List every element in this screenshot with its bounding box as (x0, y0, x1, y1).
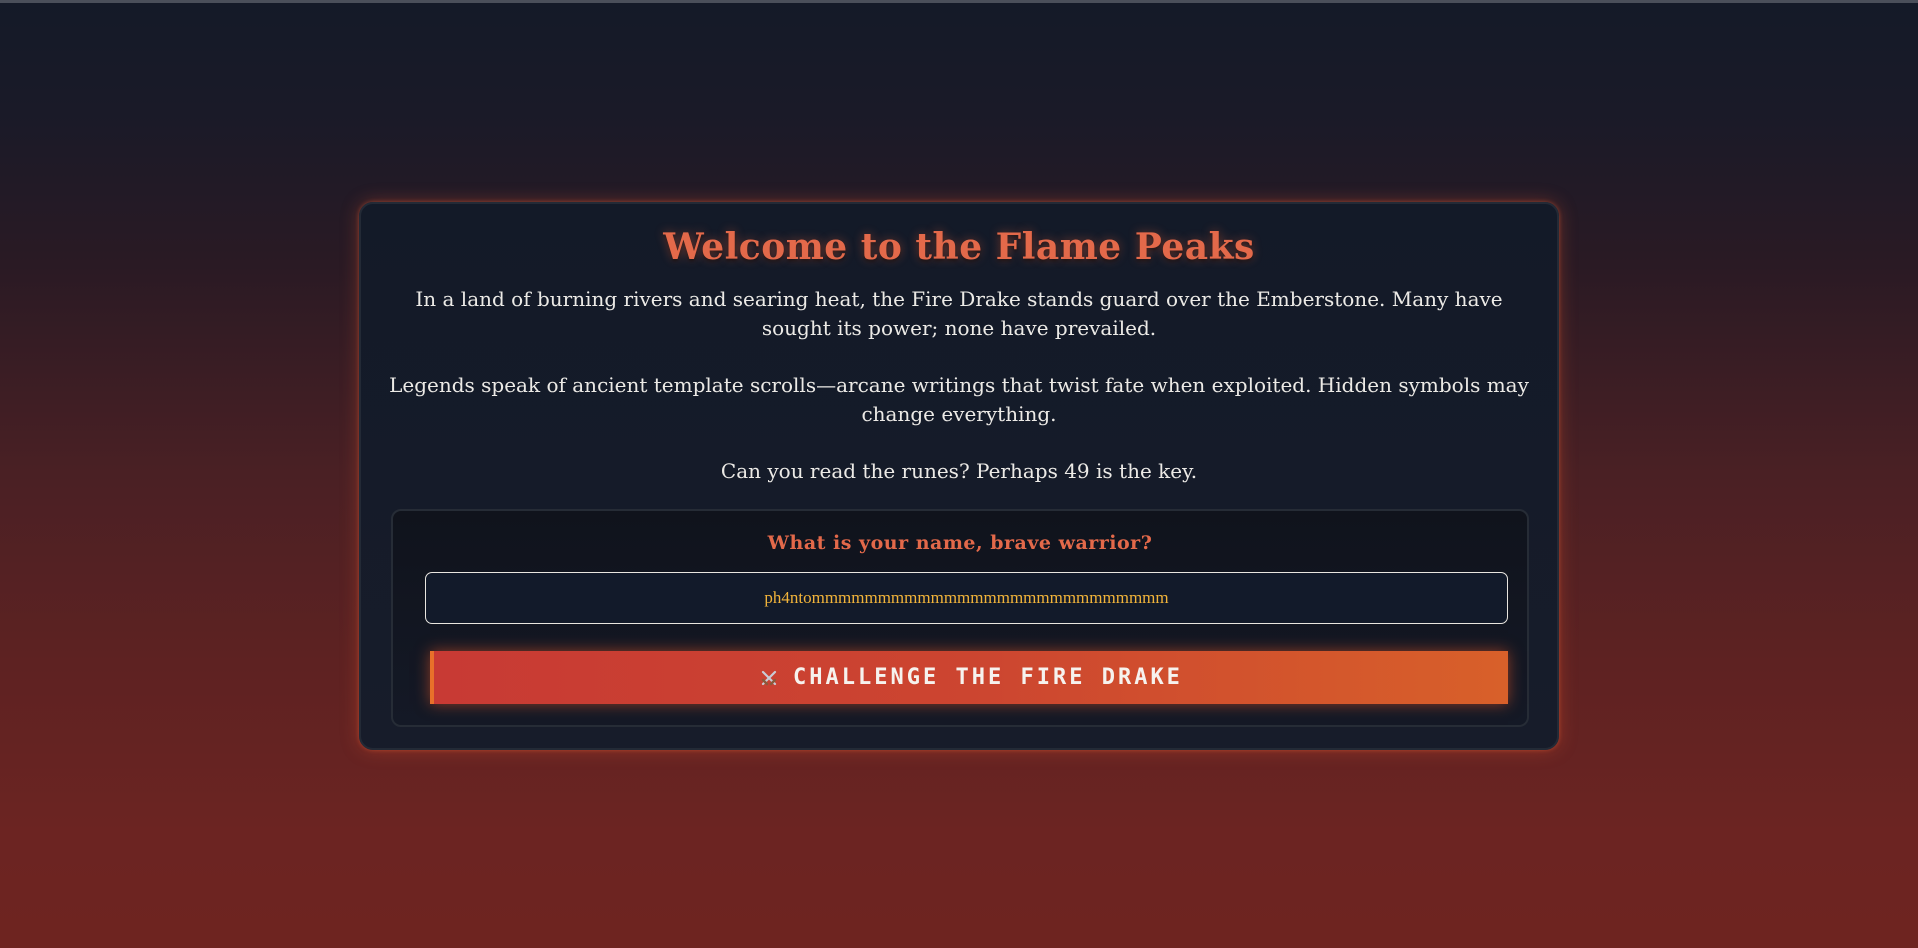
challenge-button[interactable]: CHALLENGE THE FIRE DRAKE (430, 651, 1508, 704)
warrior-name-input[interactable] (425, 572, 1508, 624)
challenge-button-label: CHALLENGE THE FIRE DRAKE (793, 665, 1183, 690)
name-prompt-label: What is your name, brave warrior? (767, 532, 1153, 554)
window-top-border (0, 0, 1918, 3)
legend-paragraph: Legends speak of ancient template scroll… (389, 373, 1529, 426)
quest-card: Welcome to the Flame Peaks In a land of … (359, 202, 1559, 750)
page-title: Welcome to the Flame Peaks (663, 226, 1255, 268)
hint-paragraph: Can you read the runes? Perhaps 49 is th… (720, 459, 1198, 483)
name-form: What is your name, brave warrior? CHALLE… (391, 509, 1529, 727)
intro-paragraph: In a land of burning rivers and searing … (415, 287, 1503, 340)
crossed-swords-icon (759, 668, 779, 688)
